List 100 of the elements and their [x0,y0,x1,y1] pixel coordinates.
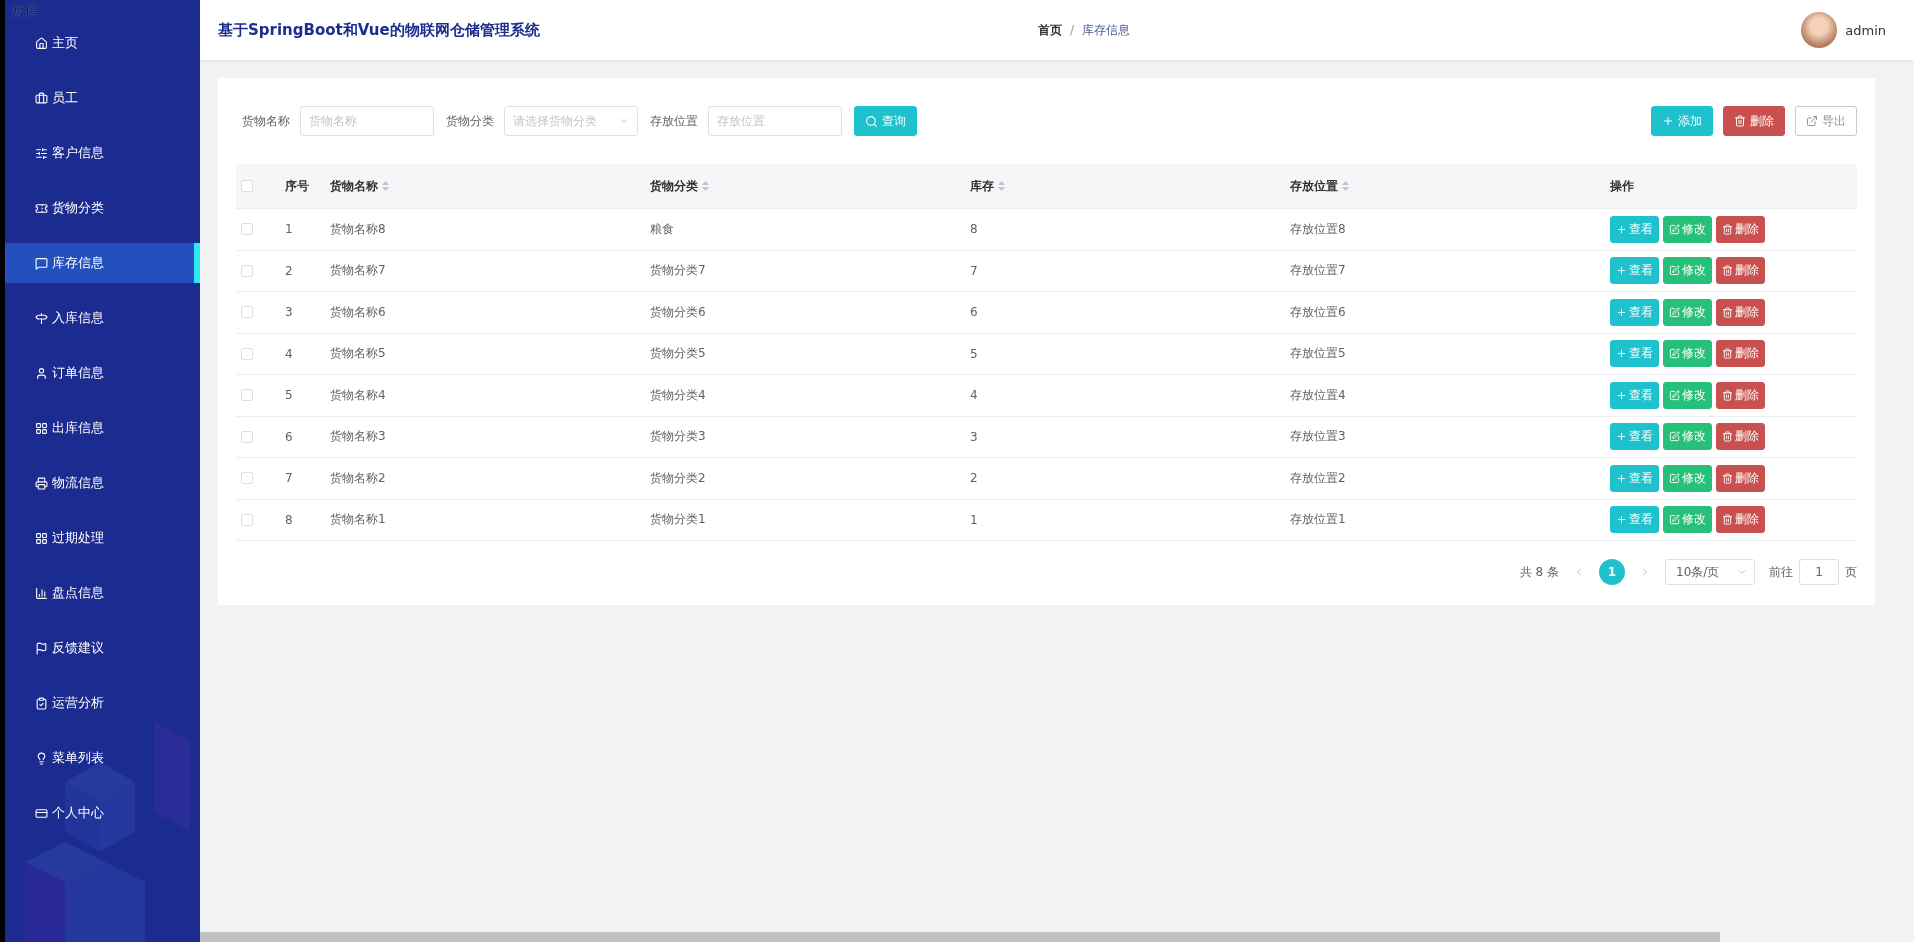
edit-button[interactable]: 修改 [1663,423,1712,451]
edit-button[interactable]: 修改 [1663,340,1712,368]
table-cell-text: 货物分类5 [649,345,707,363]
plus-icon [1616,265,1627,277]
goto-label: 前往 [1769,563,1793,581]
table-cell-text: 货物分类2 [649,469,707,487]
avatar[interactable] [1801,12,1838,48]
column-header[interactable]: 货物名称 [319,177,639,195]
sort-icon[interactable] [702,181,709,191]
delete-button[interactable]: 删除 [1716,464,1765,492]
sort-icon[interactable] [998,181,1005,191]
sidebar-item[interactable]: 员工 [5,78,200,118]
row-checkbox[interactable] [241,264,253,277]
breadcrumb-link[interactable]: 首页 [1038,21,1062,39]
column-header: 操作 [1609,177,1635,195]
row-checkbox[interactable] [241,513,253,526]
sidebar-item[interactable]: 入库信息 [5,298,200,338]
edit-button[interactable]: 修改 [1663,381,1712,409]
plus-icon [1616,348,1627,360]
delete-button[interactable]: 删除 [1716,506,1765,534]
row-checkbox[interactable] [241,347,253,360]
edit-icon [1669,306,1680,318]
sidebar-item[interactable]: 客户信息 [5,133,200,173]
column-header[interactable]: 货物分类 [639,177,959,195]
delete-button[interactable]: 删除 [1716,381,1765,409]
page-size-select[interactable]: 10条/页 [1665,559,1755,585]
table-cell-text: 货物分类7 [649,262,707,280]
printer-icon [35,476,48,490]
table-cell-text: 1 [969,512,979,527]
grid-icon [35,421,48,435]
table-cell-text: 6 [969,305,979,320]
table-cell-text: 货物名称5 [329,345,387,363]
grid-icon [35,531,48,545]
row-checkbox[interactable] [241,223,253,236]
sidebar-item[interactable]: 物流信息 [5,463,200,503]
page-input[interactable]: 1 [1799,559,1839,585]
sidebar-item[interactable]: 反馈建议 [5,628,200,668]
category-select[interactable]: 请选择货物分类 [504,106,638,136]
plus-icon [1616,306,1627,318]
input-field[interactable]: 货物名称 [300,106,434,136]
sidebar-item[interactable]: 过期处理 [5,518,200,558]
column-header[interactable]: 库存 [959,177,1279,195]
sidebar-item[interactable]: 出库信息 [5,408,200,448]
sidebar-item[interactable]: 菜单列表 [5,738,200,778]
sidebar-item[interactable]: 货物分类 [5,188,200,228]
sidebar-item[interactable]: 个人中心 [5,793,200,833]
table-cell-text: 货物名称2 [329,469,387,487]
breadcrumb-current: 库存信息 [1082,21,1131,39]
table-cell-text: 5 [284,388,294,403]
table-cell-text: 货物名称1 [329,511,387,529]
edit-button[interactable]: 修改 [1663,257,1712,285]
signpost-icon [35,311,48,325]
user-icon [35,366,48,380]
row-checkbox[interactable] [241,472,253,485]
delete-button[interactable]: 删除 [1716,423,1765,451]
sidebar-item[interactable]: 运营分析 [5,683,200,723]
table-cell-text: 6 [284,429,294,444]
row-checkbox[interactable] [241,430,253,443]
scrollbar[interactable] [200,932,1720,942]
row-checkbox[interactable] [241,389,253,402]
trash-icon [1722,514,1733,526]
select-all-checkbox[interactable] [241,180,253,192]
ticket-icon [35,201,48,215]
sidebar-item[interactable]: 订单信息 [5,353,200,393]
edit-button[interactable]: 修改 [1663,215,1712,243]
edit-button[interactable]: 修改 [1663,464,1712,492]
sidebar-item[interactable]: 盘点信息 [5,573,200,613]
trash-icon [1722,265,1733,277]
plus-icon [1616,431,1627,443]
export-button[interactable]: 导出 [1795,106,1857,136]
edit-button[interactable]: 修改 [1663,298,1712,326]
search-icon [865,114,878,128]
delete-button[interactable]: 删除 [1716,257,1765,285]
table-cell-text: 存放位置7 [1289,262,1347,280]
table-cell-text: 7 [284,471,294,486]
delete-button[interactable]: 删除 [1716,298,1765,326]
sidebar-item[interactable]: 库存信息 [5,243,200,283]
table-cell-text: 货物分类1 [649,511,707,529]
delete-button[interactable]: 删除 [1716,215,1765,243]
trash-icon [1722,348,1733,360]
column-header[interactable]: 存放位置 [1279,177,1599,195]
delete-button[interactable]: 删除 [1716,340,1765,368]
sort-icon[interactable] [1342,181,1349,191]
table-cell-text: 5 [969,346,979,361]
sidebar-item[interactable]: 主页 [5,23,200,63]
table-cell-text: 货物名称8 [329,220,387,238]
edit-icon [1669,265,1680,277]
total-count: 共 8 条 [1519,563,1559,581]
edit-button[interactable]: 修改 [1663,506,1712,534]
table-cell-text: 1 [284,222,294,237]
user-name[interactable]: admin [1845,22,1886,38]
edit-icon [1669,514,1680,526]
edit-icon [1669,472,1680,484]
sort-icon[interactable] [382,181,389,191]
bar-chart-icon [35,586,48,600]
table-cell-text: 存放位置8 [1289,220,1347,238]
delete-button[interactable]: 删除 [1723,106,1785,136]
table-cell-text: 存放位置4 [1289,386,1347,404]
clipboard-icon [35,696,48,710]
row-checkbox[interactable] [241,306,253,319]
